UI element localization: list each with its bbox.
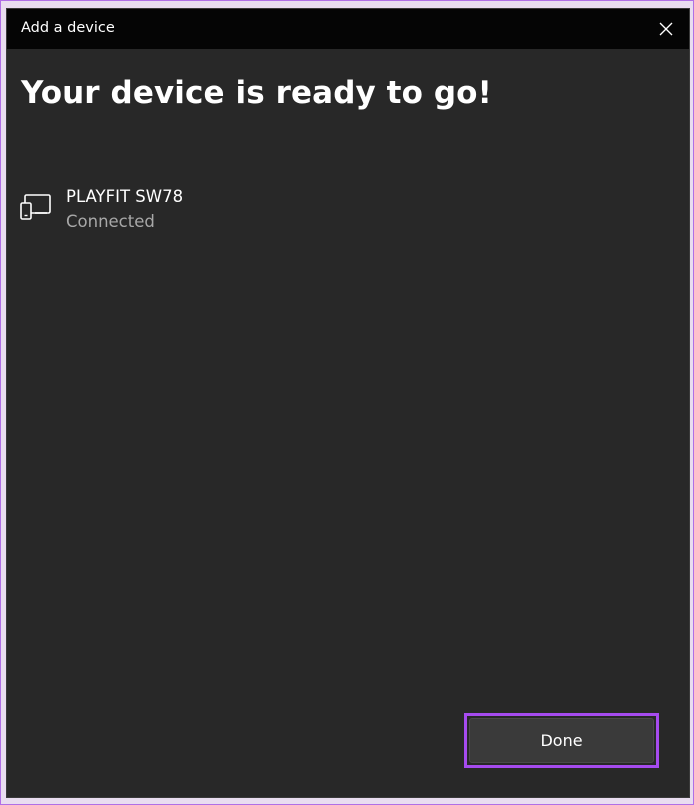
- close-icon: [659, 22, 673, 36]
- device-list-item: PLAYFIT SW78 Connected: [19, 187, 419, 247]
- add-device-dialog: Add a device Your device is ready to go!…: [6, 8, 690, 798]
- device-icon: [20, 194, 51, 220]
- screenshot-frame: Add a device Your device is ready to go!…: [0, 0, 694, 805]
- title-bar: Add a device: [7, 9, 689, 49]
- device-name: PLAYFIT SW78: [66, 187, 184, 206]
- done-button[interactable]: Done: [469, 718, 654, 763]
- device-status: Connected: [66, 212, 155, 231]
- page-title: Your device is ready to go!: [21, 75, 492, 111]
- window-title: Add a device: [21, 20, 115, 36]
- close-button[interactable]: [643, 9, 689, 49]
